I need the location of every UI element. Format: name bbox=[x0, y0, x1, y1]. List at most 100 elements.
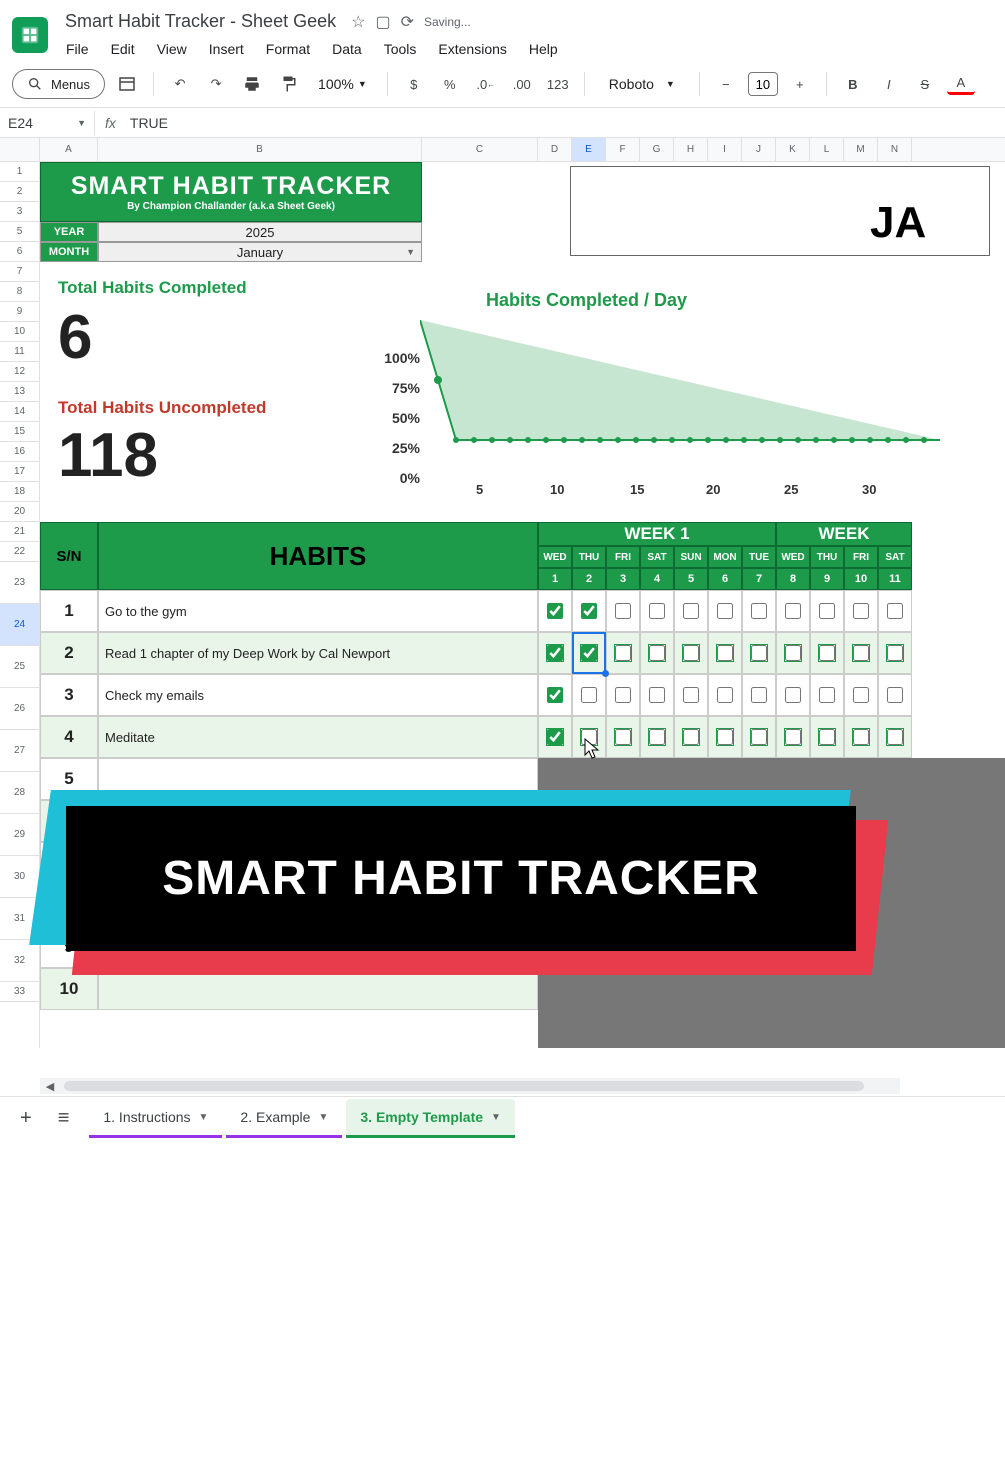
col-header-J[interactable]: J bbox=[742, 138, 776, 161]
search-menus-button[interactable]: Menus bbox=[12, 69, 105, 99]
cloud-icon[interactable]: ⟳ bbox=[401, 12, 414, 32]
print-icon[interactable] bbox=[238, 70, 266, 98]
menu-edit[interactable]: Edit bbox=[101, 37, 145, 61]
habit-checkbox[interactable] bbox=[606, 632, 640, 674]
menu-data[interactable]: Data bbox=[322, 37, 372, 61]
paint-format-icon[interactable] bbox=[274, 70, 302, 98]
name-box[interactable]: E24▼ bbox=[0, 111, 95, 135]
habit-checkbox[interactable] bbox=[538, 632, 572, 674]
row-header-18[interactable]: 18 bbox=[0, 482, 39, 502]
col-header-M[interactable]: M bbox=[844, 138, 878, 161]
menu-extensions[interactable]: Extensions bbox=[428, 37, 516, 61]
col-header-K[interactable]: K bbox=[776, 138, 810, 161]
chevron-down-icon[interactable]: ▼ bbox=[491, 1112, 501, 1123]
row-header-9[interactable]: 9 bbox=[0, 302, 39, 322]
strikethrough-icon[interactable]: S bbox=[911, 70, 939, 98]
habit-checkbox[interactable] bbox=[844, 716, 878, 758]
habit-checkbox[interactable] bbox=[742, 674, 776, 716]
habit-checkbox[interactable] bbox=[606, 716, 640, 758]
row-header-21[interactable]: 21 bbox=[0, 522, 39, 542]
row-header-5[interactable]: 5 bbox=[0, 222, 39, 242]
menu-help[interactable]: Help bbox=[519, 37, 568, 61]
zoom-select[interactable]: 100%▼ bbox=[310, 72, 375, 96]
habit-checkbox[interactable] bbox=[572, 674, 606, 716]
row-header-23[interactable]: 23 bbox=[0, 562, 39, 604]
chevron-down-icon[interactable]: ▼ bbox=[406, 247, 415, 257]
habit-name[interactable]: Meditate bbox=[98, 716, 538, 758]
bold-icon[interactable]: B bbox=[839, 70, 867, 98]
habit-checkbox[interactable] bbox=[674, 674, 708, 716]
move-icon[interactable]: ▢ bbox=[375, 12, 390, 32]
row-header-28[interactable]: 28 bbox=[0, 772, 39, 814]
selection-handle[interactable] bbox=[602, 670, 609, 677]
col-header-N[interactable]: N bbox=[878, 138, 912, 161]
habit-checkbox[interactable] bbox=[538, 590, 572, 632]
row-header-6[interactable]: 6 bbox=[0, 242, 39, 262]
habit-checkbox[interactable] bbox=[538, 716, 572, 758]
sheet-tab[interactable]: 3. Empty Template▼ bbox=[346, 1099, 515, 1138]
col-header-C[interactable]: C bbox=[422, 138, 538, 161]
habit-checkbox[interactable] bbox=[844, 674, 878, 716]
italic-icon[interactable]: I bbox=[875, 70, 903, 98]
row-header-3[interactable]: 3 bbox=[0, 202, 39, 222]
formula-value[interactable]: TRUE bbox=[126, 115, 168, 131]
col-header-D[interactable]: D bbox=[538, 138, 572, 161]
row-header-15[interactable]: 15 bbox=[0, 422, 39, 442]
habit-checkbox[interactable] bbox=[606, 590, 640, 632]
row-header-33[interactable]: 33 bbox=[0, 982, 39, 1002]
habit-checkbox[interactable] bbox=[810, 716, 844, 758]
font-select[interactable]: Roboto▼ bbox=[597, 72, 687, 96]
habit-checkbox[interactable] bbox=[640, 674, 674, 716]
habit-checkbox[interactable] bbox=[708, 674, 742, 716]
menu-insert[interactable]: Insert bbox=[199, 37, 254, 61]
row-header-10[interactable]: 10 bbox=[0, 322, 39, 342]
month-select[interactable]: January▼ bbox=[98, 242, 422, 262]
habit-checkbox[interactable] bbox=[776, 674, 810, 716]
col-header-A[interactable]: A bbox=[40, 138, 98, 161]
habit-name[interactable]: Go to the gym bbox=[98, 590, 538, 632]
row-header-24[interactable]: 24 bbox=[0, 604, 39, 646]
habit-checkbox[interactable] bbox=[572, 632, 606, 674]
row-header-2[interactable]: 2 bbox=[0, 182, 39, 202]
habit-checkbox[interactable] bbox=[742, 632, 776, 674]
col-header-L[interactable]: L bbox=[810, 138, 844, 161]
number-format-icon[interactable]: 123 bbox=[544, 70, 572, 98]
text-color-icon[interactable]: A bbox=[947, 73, 975, 95]
scroll-left-icon[interactable]: ◀ bbox=[40, 1080, 60, 1093]
habit-checkbox[interactable] bbox=[844, 632, 878, 674]
row-header-1[interactable]: 1 bbox=[0, 162, 39, 182]
habit-checkbox[interactable] bbox=[742, 590, 776, 632]
select-all-corner[interactable] bbox=[0, 138, 39, 162]
habit-checkbox[interactable] bbox=[674, 632, 708, 674]
row-header-13[interactable]: 13 bbox=[0, 382, 39, 402]
habit-checkbox[interactable] bbox=[708, 632, 742, 674]
menu-file[interactable]: File bbox=[56, 37, 99, 61]
col-header-F[interactable]: F bbox=[606, 138, 640, 161]
sheet-tab[interactable]: 2. Example▼ bbox=[226, 1099, 342, 1138]
menu-view[interactable]: View bbox=[147, 37, 197, 61]
redo-icon[interactable]: ↷ bbox=[202, 70, 230, 98]
habit-checkbox[interactable] bbox=[538, 674, 572, 716]
sheet-tab[interactable]: 1. Instructions▼ bbox=[89, 1099, 222, 1138]
habit-checkbox[interactable] bbox=[708, 590, 742, 632]
row-header-14[interactable]: 14 bbox=[0, 402, 39, 422]
habit-checkbox[interactable] bbox=[878, 716, 912, 758]
add-sheet-button[interactable]: + bbox=[14, 1101, 38, 1136]
all-sheets-button[interactable]: ≡ bbox=[52, 1101, 76, 1136]
habit-checkbox[interactable] bbox=[844, 590, 878, 632]
row-header-17[interactable]: 17 bbox=[0, 462, 39, 482]
habit-checkbox[interactable] bbox=[878, 674, 912, 716]
habit-checkbox[interactable] bbox=[878, 632, 912, 674]
habit-name[interactable]: Check my emails bbox=[98, 674, 538, 716]
col-header-H[interactable]: H bbox=[674, 138, 708, 161]
row-header-27[interactable]: 27 bbox=[0, 730, 39, 772]
chevron-down-icon[interactable]: ▼ bbox=[199, 1112, 209, 1123]
row-header-7[interactable]: 7 bbox=[0, 262, 39, 282]
habit-name[interactable]: Read 1 chapter of my Deep Work by Cal Ne… bbox=[98, 632, 538, 674]
increase-decimal-icon[interactable]: .00 bbox=[508, 70, 536, 98]
habit-checkbox[interactable] bbox=[810, 632, 844, 674]
col-header-I[interactable]: I bbox=[708, 138, 742, 161]
row-header-26[interactable]: 26 bbox=[0, 688, 39, 730]
row-header-25[interactable]: 25 bbox=[0, 646, 39, 688]
sheets-app-icon[interactable] bbox=[12, 17, 48, 53]
